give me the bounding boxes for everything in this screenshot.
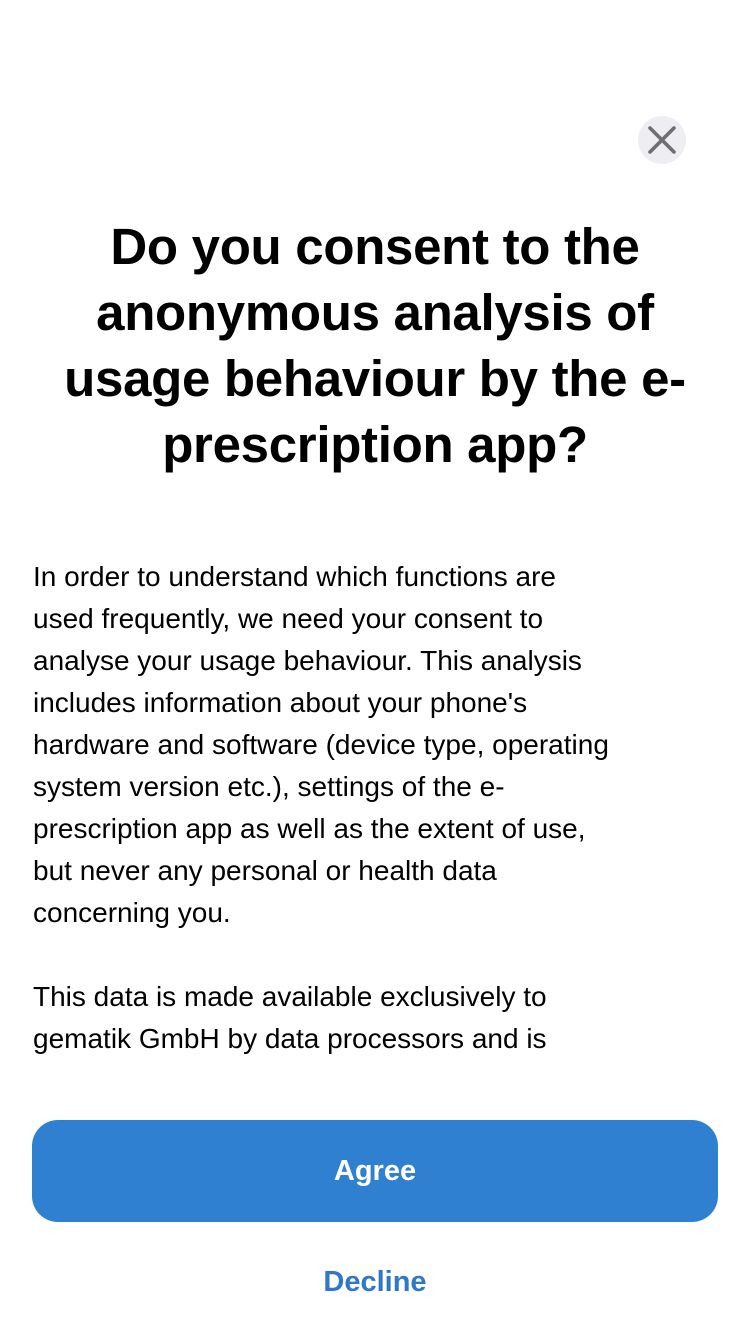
description-paragraph-1: In order to understand which functions a…	[33, 561, 609, 928]
agree-button-label: Agree	[333, 1154, 417, 1187]
consent-title: Do you consent to the anonymous analysis…	[64, 218, 686, 473]
consent-description[interactable]: In order to understand which functions a…	[33, 556, 723, 1064]
description-paragraph-2: This data is made available exclusively …	[33, 981, 547, 1054]
decline-button[interactable]: Decline	[200, 1252, 550, 1312]
close-icon	[647, 125, 677, 155]
agree-button[interactable]: Agree	[32, 1120, 718, 1222]
decline-button-label: Decline	[323, 1265, 427, 1298]
close-button[interactable]	[638, 116, 686, 164]
